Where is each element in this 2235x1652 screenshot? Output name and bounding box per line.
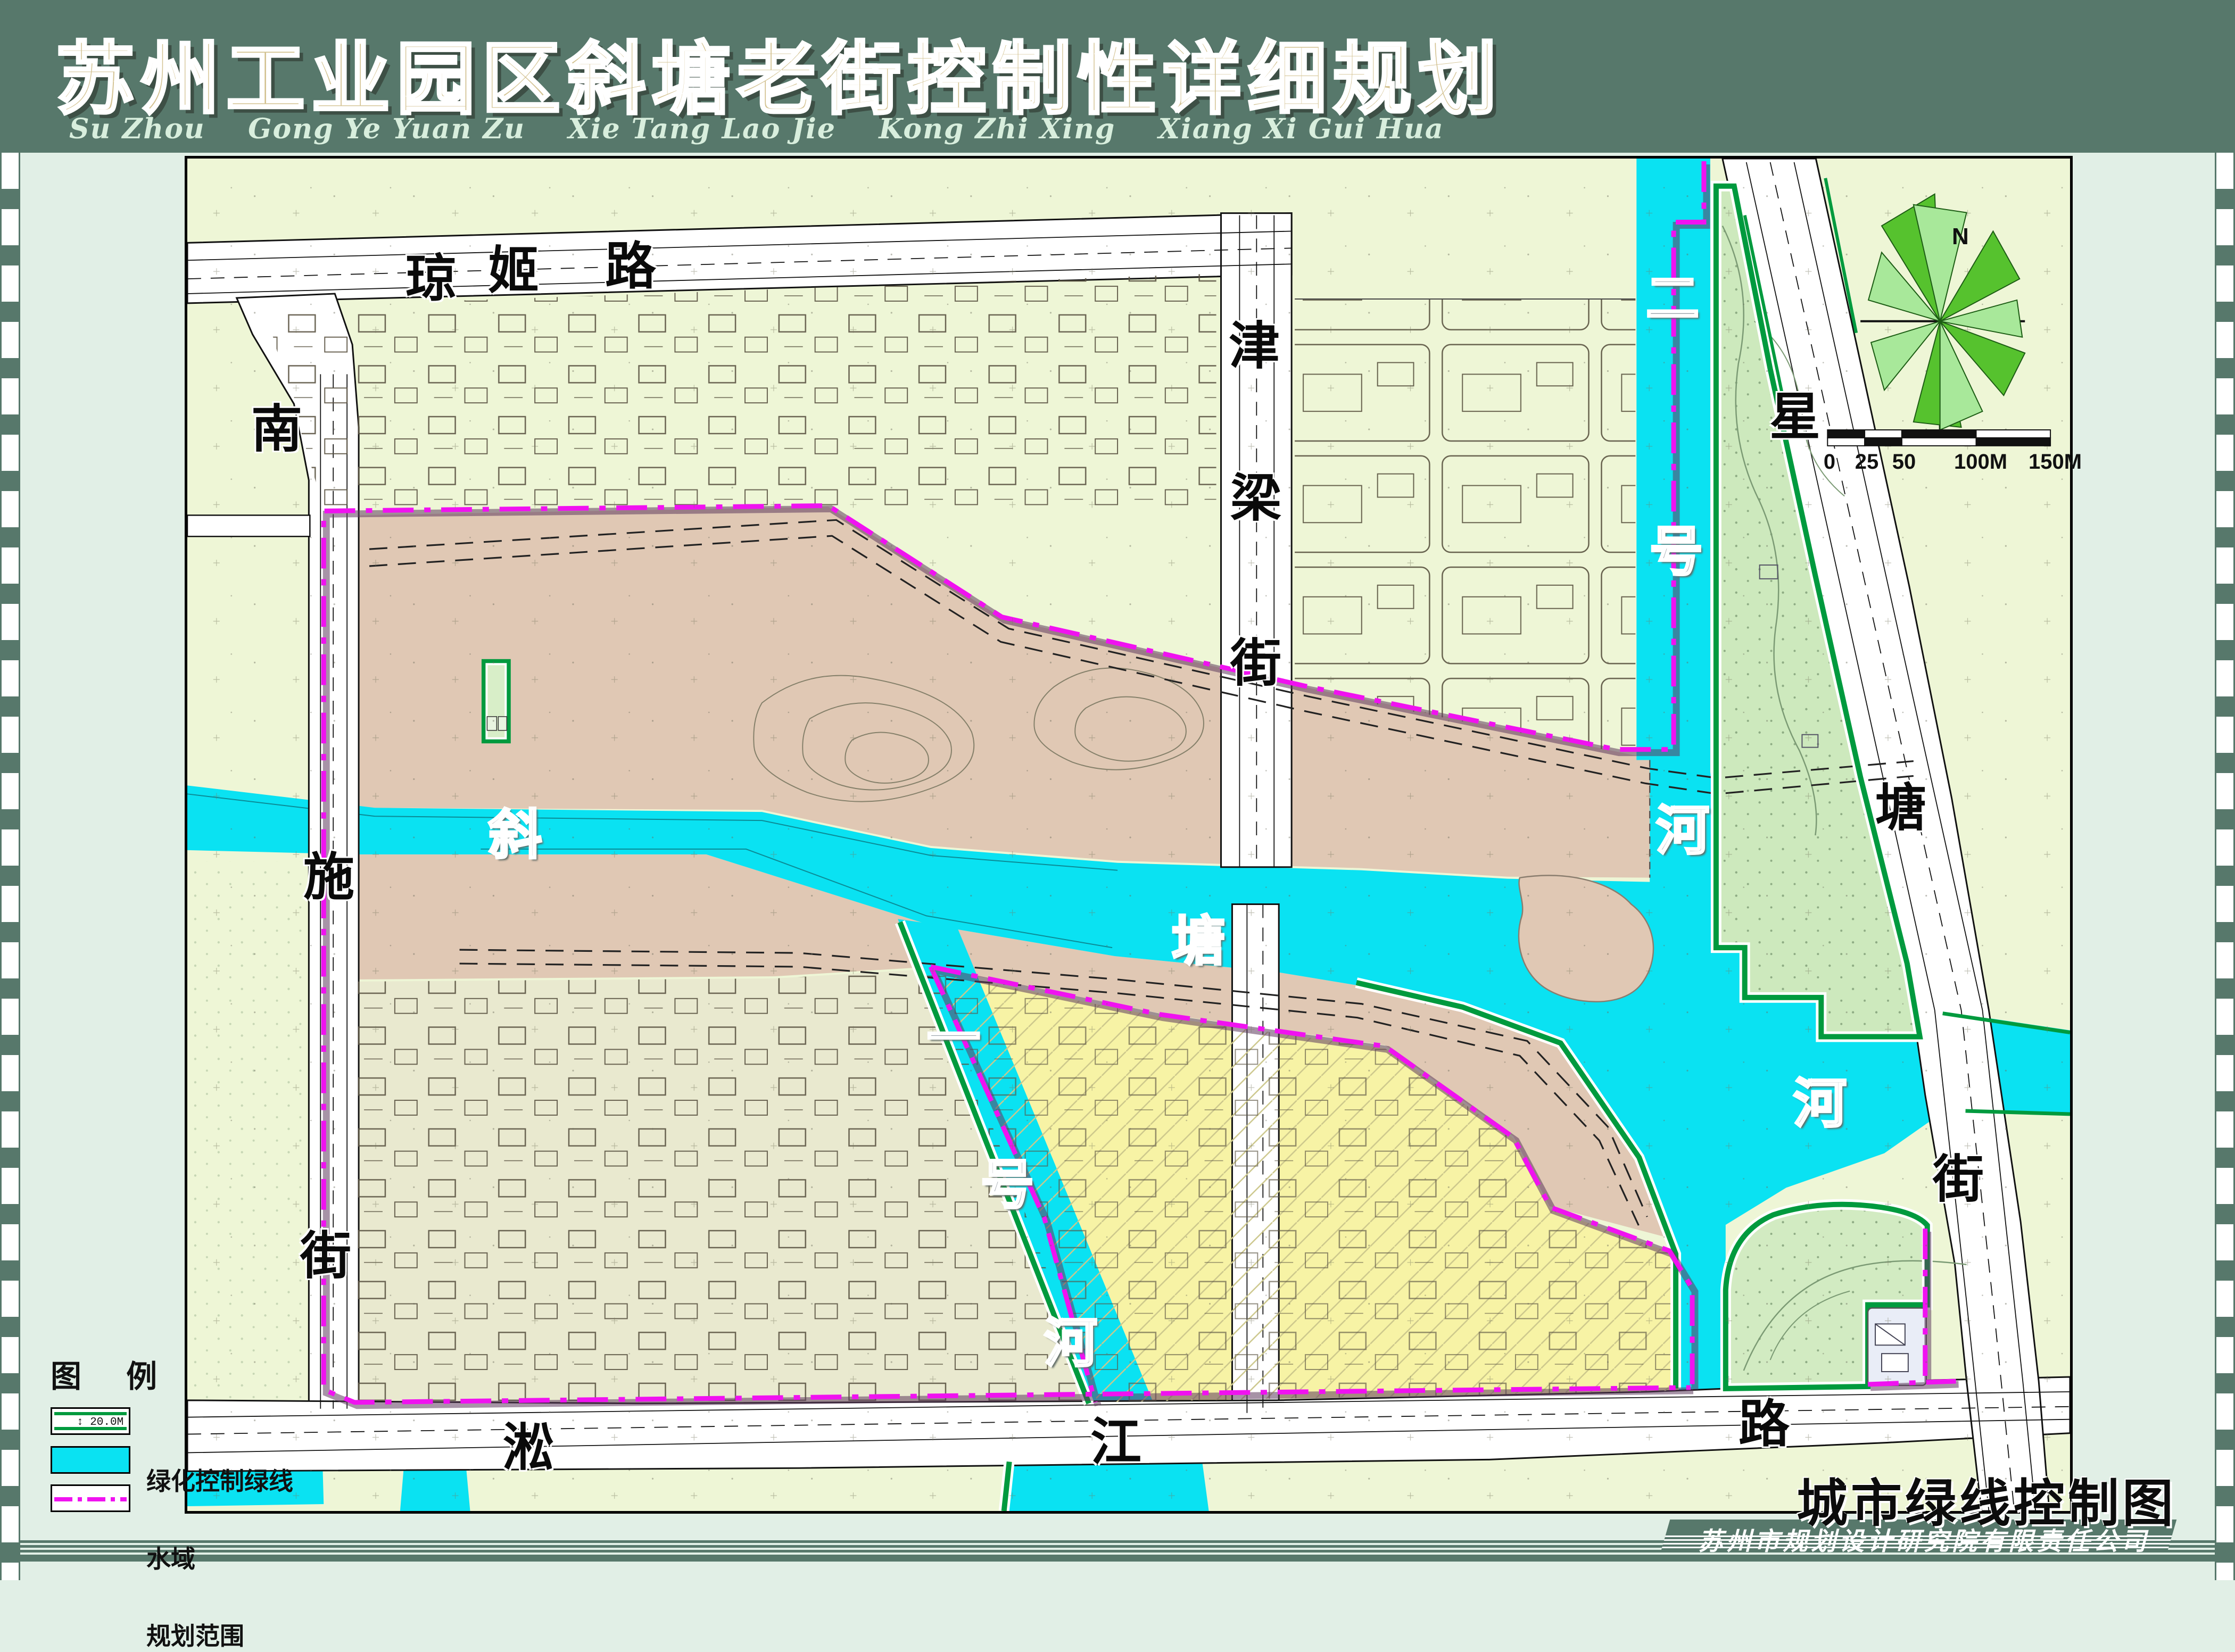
scale-bar-tick: 25 <box>1855 450 1879 474</box>
greenline-width-note: ↕ 20.0M <box>77 1416 123 1429</box>
north-label: N <box>1952 223 1969 250</box>
scale-bar-tick: 50 <box>1892 450 1916 474</box>
film-strip-right-icon <box>2215 153 2235 1580</box>
scale-bar <box>1827 430 2050 446</box>
map-title: 城市绿线控制图 <box>1788 1462 2176 1536</box>
scale-bar-tick: 0 <box>1824 450 1835 474</box>
legend-label: 规划范围 <box>146 1617 244 1652</box>
map-canvas <box>185 156 2073 1514</box>
header-band: 苏州工业园区斜塘老街控制性详细规划 Su Zhou Gong Ye Yuan Z… <box>0 0 2235 153</box>
boundary-swatch <box>51 1484 130 1512</box>
film-strip-left-icon <box>0 153 20 1580</box>
legend: 图 例 ↕ 20.0M 绿化控制绿线 水域 规划范围 <box>40 1351 317 1396</box>
legend-label: 水域 <box>146 1540 195 1575</box>
greenline-swatch: ↕ 20.0M <box>51 1407 130 1435</box>
page-title: 苏州工业园区斜塘老街控制性详细规划 <box>56 15 1503 129</box>
water-swatch <box>51 1446 130 1474</box>
legend-heading: 图 例 <box>51 1351 317 1396</box>
scale-bar-tick: 100M <box>1954 450 2007 474</box>
map-drawing <box>187 159 2070 1511</box>
scale-bar-tick: 150M <box>2029 450 2082 474</box>
legend-label: 绿化控制绿线 <box>146 1462 293 1497</box>
survey-noise <box>187 159 2070 1511</box>
page-subtitle: Su Zhou Gong Ye Yuan Zu Xie Tang Lao Jie… <box>69 113 1444 145</box>
